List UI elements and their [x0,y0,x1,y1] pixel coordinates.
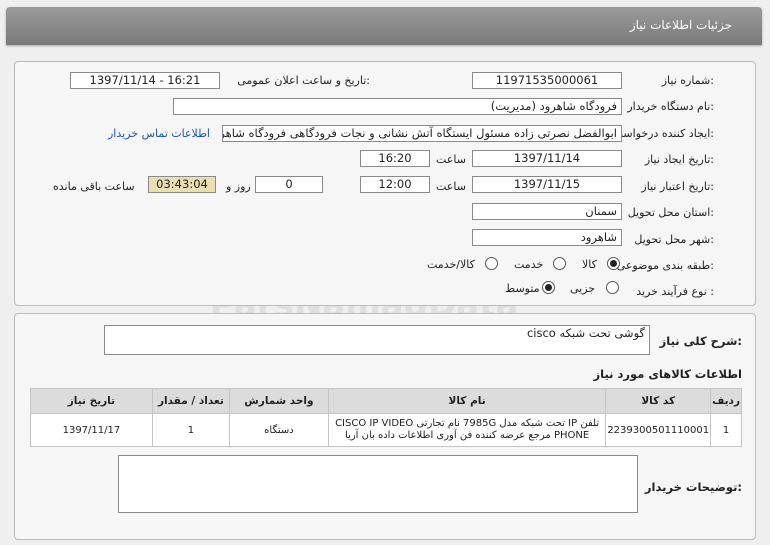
goods-title: اطلاعات کالاهای مورد نیاز [593,367,742,381]
col-qty: تعداد / مقدار [151,388,230,414]
need-number-label: شماره نیاز: [661,74,714,87]
need-number-field: 11971535000061 [472,72,622,89]
buyer-field: فرودگاه شاهرود (مدیریت) [173,98,622,115]
category-radio-goods-service[interactable] [485,257,498,270]
notes-label: توضیحات خریدار: [644,480,742,494]
category-radio-service[interactable] [553,257,566,270]
announce-field: 1397/11/14 - 16:21 [70,72,220,89]
buyer-contact-link[interactable]: اطلاعات تماس خریدار [108,127,210,140]
remaining-time-field: 03:43:04 [148,176,216,193]
col-code: کد کالا [605,388,712,414]
remaining-time-label: ساعت باقی مانده [53,180,135,193]
validity-time-field: 12:00 [360,176,430,193]
col-date: تاریخ نیاز [30,388,153,414]
remaining-days-label: روز و [226,180,251,193]
province-field: سمنان [472,203,622,220]
summary-field: گوشی تحت شبکه cisco [104,325,650,355]
created-time-field: 16:20 [360,150,430,167]
col-name: نام کالا [327,388,607,414]
validity-date-label: تاریخ اعتبار نیاز: [641,180,714,193]
cell-name: تلفن IP تحت شبکه مدل 7985G نام تجارتی CI… [327,413,607,447]
city-label: شهر محل تحویل: [634,233,714,246]
notes-field [118,455,638,513]
category-label: طبقه بندی موضوعی: [616,259,714,272]
page-title: جزئیات اطلاعات نیاز [629,18,732,32]
category-radio-goods[interactable] [607,257,620,270]
goods-table-header: ردیف کد کالا نام کالا واحد شمارش تعداد /… [30,388,742,414]
process-radio-medium[interactable] [542,281,555,294]
buyer-label: نام دستگاه خریدار: [627,100,714,113]
created-time-label: ساعت [436,153,466,166]
goods-table: ردیف کد کالا نام کالا واحد شمارش تعداد /… [30,388,742,447]
category-option-goods: کالا [582,258,597,271]
col-row: ردیف [710,388,742,414]
announce-label: تاریخ و ساعت اعلان عمومی: [237,74,370,87]
created-date-label: تاریخ ایجاد نیاز: [644,153,714,166]
process-radio-minor[interactable] [606,281,619,294]
validity-time-label: ساعت [436,180,466,193]
created-date-field: 1397/11/14 [472,150,622,167]
table-row: 1 2239300501110001 تلفن IP تحت شبکه مدل … [30,413,742,447]
city-field: شاهرود [472,229,622,246]
cell-code: 2239300501110001 [605,413,712,447]
summary-label: شرح کلی نیاز: [659,334,742,348]
cell-qty: 1 [151,413,230,447]
category-option-goods-service: کالا/خدمت [427,258,475,271]
process-option-medium: متوسط [505,282,540,295]
process-option-minor: جزیی [570,282,596,295]
col-unit: واحد شمارش [228,388,329,414]
creator-field: ابوالفضل نصرتی زاده مسئول ایستگاه آتش نش… [222,125,622,142]
process-label: نوع فرآیند خرید : [636,285,714,298]
cell-date: 1397/11/17 [30,413,153,447]
category-option-service: خدمت [514,258,544,271]
page-header: جزئیات اطلاعات نیاز [6,7,762,45]
cell-unit: دستگاه [228,413,329,447]
province-label: استان محل تحویل: [627,206,714,219]
validity-date-field: 1397/11/15 [472,176,622,193]
creator-label: ایجاد کننده درخواست: [612,127,714,140]
cell-row: 1 [710,413,742,447]
remaining-days-field: 0 [255,176,323,193]
